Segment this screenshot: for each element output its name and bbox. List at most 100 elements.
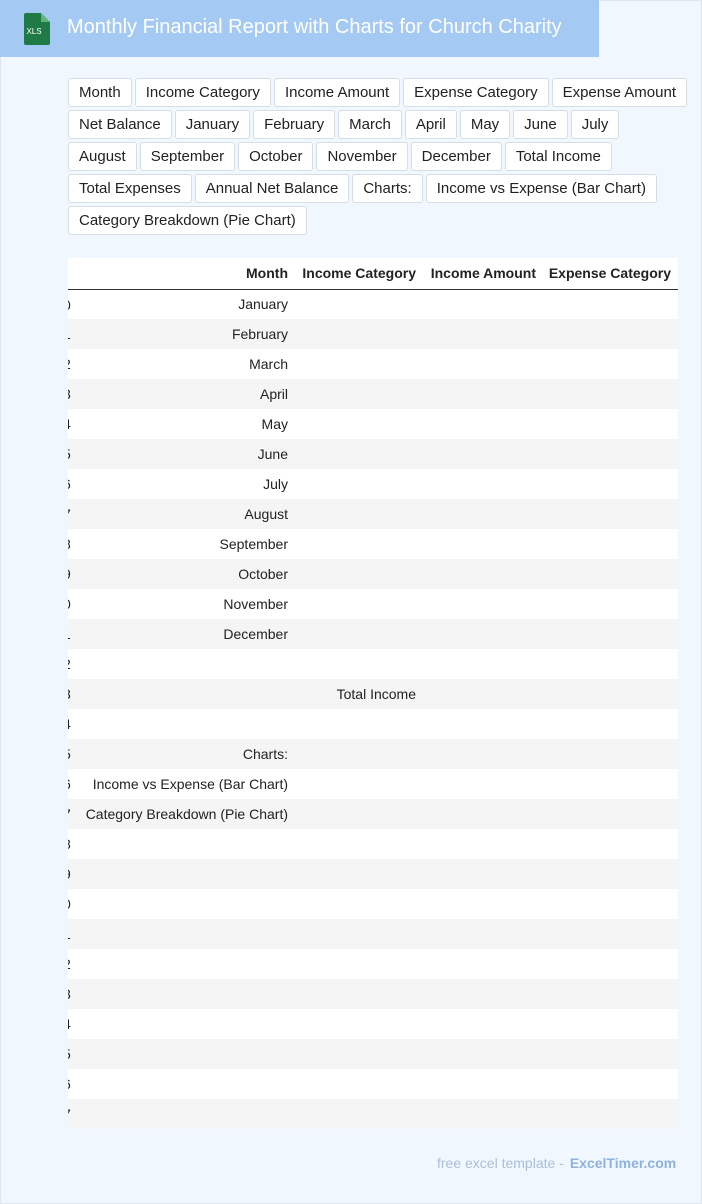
income-category-cell[interactable]: [295, 949, 423, 979]
expense-category-cell[interactable]: [543, 439, 678, 469]
income-category-cell[interactable]: [295, 1069, 423, 1099]
month-cell[interactable]: May: [80, 409, 295, 439]
column-chip[interactable]: January: [174, 110, 251, 139]
month-cell[interactable]: [80, 649, 295, 679]
column-chip[interactable]: Expense Category: [403, 78, 549, 107]
income-amount-cell[interactable]: [423, 919, 543, 949]
income-category-cell[interactable]: [295, 619, 423, 649]
income-category-cell[interactable]: [295, 739, 423, 769]
column-chip[interactable]: April: [404, 110, 457, 139]
column-chip[interactable]: Total Expenses: [68, 174, 192, 203]
expense-category-cell[interactable]: [543, 949, 678, 979]
expense-category-cell[interactable]: [543, 859, 678, 889]
income-category-cell[interactable]: [295, 769, 423, 799]
income-amount-cell[interactable]: [423, 799, 543, 829]
column-chip[interactable]: Income Category: [134, 78, 271, 107]
income-amount-cell[interactable]: [423, 289, 543, 319]
month-cell[interactable]: June: [80, 439, 295, 469]
income-category-cell[interactable]: [295, 979, 423, 1009]
column-chip[interactable]: June: [513, 110, 568, 139]
income-amount-cell[interactable]: [423, 499, 543, 529]
month-cell[interactable]: Charts:: [80, 739, 295, 769]
month-cell[interactable]: [80, 709, 295, 739]
income-amount-cell[interactable]: [423, 1009, 543, 1039]
expense-category-cell[interactable]: [543, 1099, 678, 1129]
income-amount-cell[interactable]: [423, 859, 543, 889]
income-amount-cell[interactable]: [423, 349, 543, 379]
income-category-cell[interactable]: [295, 799, 423, 829]
column-chip[interactable]: Income vs Expense (Bar Chart): [425, 174, 657, 203]
income-category-cell[interactable]: [295, 919, 423, 949]
income-category-cell[interactable]: [295, 319, 423, 349]
month-cell[interactable]: September: [80, 529, 295, 559]
column-chip[interactable]: July: [570, 110, 620, 139]
expense-category-cell[interactable]: [543, 649, 678, 679]
column-chip[interactable]: December: [410, 142, 502, 171]
expense-category-cell[interactable]: [543, 529, 678, 559]
expense-category-cell[interactable]: [543, 1009, 678, 1039]
month-cell[interactable]: February: [80, 319, 295, 349]
income-category-cell[interactable]: [295, 529, 423, 559]
column-chip[interactable]: February: [253, 110, 336, 139]
income-amount-cell[interactable]: [423, 769, 543, 799]
income-category-cell[interactable]: [295, 349, 423, 379]
column-chip[interactable]: March: [338, 110, 402, 139]
expense-category-cell[interactable]: [543, 769, 678, 799]
income-amount-cell[interactable]: [423, 619, 543, 649]
expense-category-cell[interactable]: [543, 469, 678, 499]
column-chip[interactable]: October: [238, 142, 314, 171]
column-chip[interactable]: Month: [68, 78, 132, 107]
income-amount-cell[interactable]: [423, 469, 543, 499]
income-category-cell[interactable]: [295, 1009, 423, 1039]
column-header-income-amount[interactable]: Income Amount: [423, 258, 543, 290]
expense-category-cell[interactable]: [543, 319, 678, 349]
income-amount-cell[interactable]: [423, 979, 543, 1009]
income-category-cell[interactable]: [295, 469, 423, 499]
column-chip[interactable]: Annual Net Balance: [194, 174, 350, 203]
expense-category-cell[interactable]: [543, 679, 678, 709]
income-amount-cell[interactable]: [423, 409, 543, 439]
income-amount-cell[interactable]: [423, 709, 543, 739]
month-cell[interactable]: January: [80, 289, 295, 319]
income-amount-cell[interactable]: [423, 1099, 543, 1129]
month-cell[interactable]: Category Breakdown (Pie Chart): [80, 799, 295, 829]
month-cell[interactable]: [80, 679, 295, 709]
income-amount-cell[interactable]: [423, 559, 543, 589]
month-cell[interactable]: [80, 829, 295, 859]
income-category-cell[interactable]: [295, 859, 423, 889]
income-category-cell[interactable]: [295, 1039, 423, 1069]
month-cell[interactable]: [80, 1069, 295, 1099]
expense-category-cell[interactable]: [543, 409, 678, 439]
column-chip[interactable]: Income Amount: [273, 78, 401, 107]
income-amount-cell[interactable]: [423, 949, 543, 979]
month-cell[interactable]: [80, 979, 295, 1009]
income-category-cell[interactable]: [295, 829, 423, 859]
income-amount-cell[interactable]: [423, 829, 543, 859]
income-amount-cell[interactable]: [423, 649, 543, 679]
month-cell[interactable]: December: [80, 619, 295, 649]
income-category-cell[interactable]: Total Income: [295, 679, 423, 709]
month-cell[interactable]: [80, 1039, 295, 1069]
income-category-cell[interactable]: [295, 559, 423, 589]
income-amount-cell[interactable]: [423, 679, 543, 709]
month-cell[interactable]: [80, 859, 295, 889]
expense-category-cell[interactable]: [543, 889, 678, 919]
income-category-cell[interactable]: [295, 409, 423, 439]
income-category-cell[interactable]: [295, 1099, 423, 1129]
expense-category-cell[interactable]: [543, 799, 678, 829]
column-chip[interactable]: Expense Amount: [551, 78, 687, 107]
column-chip[interactable]: May: [459, 110, 511, 139]
income-category-cell[interactable]: [295, 589, 423, 619]
month-cell[interactable]: [80, 1099, 295, 1129]
expense-category-cell[interactable]: [543, 709, 678, 739]
expense-category-cell[interactable]: [543, 559, 678, 589]
income-amount-cell[interactable]: [423, 1039, 543, 1069]
column-header-income-category[interactable]: Income Category: [295, 258, 423, 290]
expense-category-cell[interactable]: [543, 289, 678, 319]
column-chip[interactable]: Charts:: [352, 174, 423, 203]
column-chip[interactable]: Category Breakdown (Pie Chart): [68, 206, 307, 235]
month-cell[interactable]: [80, 1009, 295, 1039]
income-category-cell[interactable]: [295, 499, 423, 529]
income-category-cell[interactable]: [295, 889, 423, 919]
income-amount-cell[interactable]: [423, 889, 543, 919]
